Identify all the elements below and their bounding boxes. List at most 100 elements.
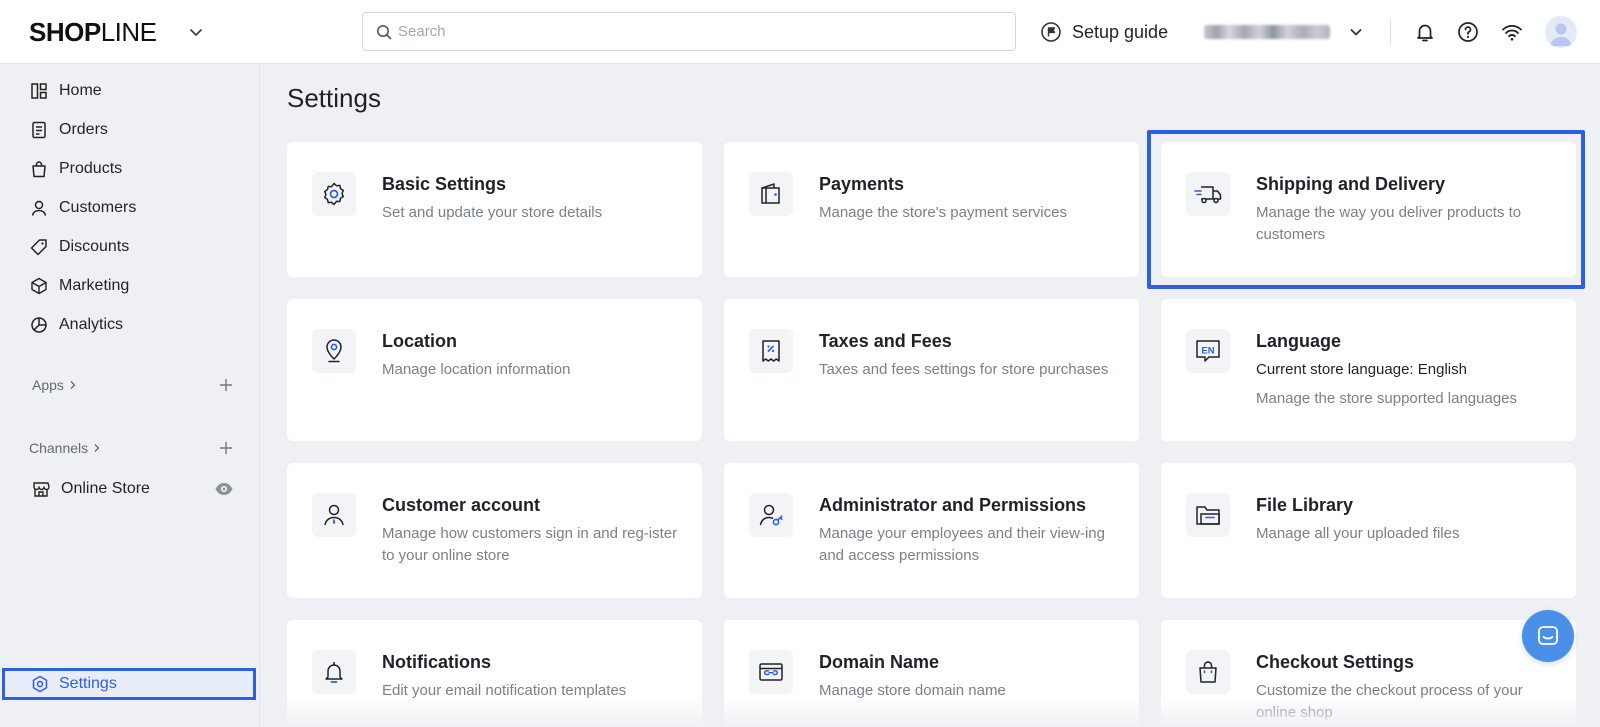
sidebar-section-channels[interactable]: Channels [29,440,102,456]
sidebar-section-apps[interactable]: Apps [32,377,78,393]
store-selector[interactable] [1204,20,1364,44]
settings-card-checkout[interactable]: Checkout Settings Customize the checkout… [1161,620,1576,727]
customers-icon [29,198,49,218]
receipt-icon [749,329,793,373]
settings-card-domain-name[interactable]: Domain Name Manage store domain name [724,620,1139,727]
card-title: Customer account [382,495,541,515]
svg-text:EN: EN [1201,346,1214,357]
apps-label: Apps [32,377,64,393]
page-title: Settings [287,83,381,113]
card-description-secondary: Manage the store supported languages [1256,390,1518,407]
sidebar-item-label: Products [59,160,123,177]
card-title: Taxes and Fees [819,331,952,351]
sidebar-item-label: Analytics [59,316,124,333]
settings-card-payments[interactable]: Payments Manage the store's payment serv… [724,142,1139,277]
bell-icon [312,650,356,694]
settings-card-notifications[interactable]: Notifications Edit your email notificati… [287,620,702,727]
store-name-redacted [1204,25,1330,39]
search-bar [362,12,1016,51]
sidebar-item-marketing[interactable]: Marketing [29,273,129,299]
card-description: Set and update your store details [382,204,603,221]
sidebar: Home Orders Products Customers Discounts… [0,64,260,727]
add-channel-icon[interactable] [218,440,234,456]
shopping-bag-icon [1186,650,1230,694]
chevron-right-icon [94,444,100,452]
bell-icon[interactable] [1413,20,1437,44]
eye-icon[interactable] [214,479,234,499]
settings-card-customer-account[interactable]: Customer account Manage how customers si… [287,463,702,598]
settings-card-shipping[interactable]: Shipping and Delivery Manage the way you… [1161,142,1576,277]
chevron-down-icon [1350,29,1362,36]
card-description: Manage your employees and their view-ing… [819,525,1105,564]
help-icon[interactable] [1456,20,1480,44]
card-title: Shipping and Delivery [1256,174,1446,194]
marketing-icon [29,276,49,296]
divider [1390,20,1391,44]
settings-card-file-library[interactable]: File Library Manage all your uploaded fi… [1161,463,1576,598]
settings-card-admin-permissions[interactable]: Administrator and Permissions Manage you… [724,463,1139,598]
channels-label: Channels [29,440,89,456]
card-description: Manage the way you deliver products to c… [1256,204,1522,243]
chevron-down-icon[interactable] [186,22,206,42]
gear-icon [312,172,356,216]
admin-key-icon [749,493,793,537]
settings-label: Settings [59,675,117,692]
card-description: Manage store domain name [819,682,1006,699]
card-title: Payments [819,174,905,194]
settings-card-basic[interactable]: Basic Settings Set and update your store… [287,142,702,277]
sidebar-item-customers[interactable]: Customers [29,195,136,221]
home-icon [29,81,49,101]
shopline-logo[interactable]: SHOP LINE [29,16,157,47]
card-title: Location [382,331,457,351]
discounts-icon [29,237,49,257]
card-description: Customize the checkout process of your o… [1256,682,1523,721]
card-title: Notifications [382,652,492,672]
sidebar-item-discounts[interactable]: Discounts [29,234,129,260]
flag-icon [1041,22,1061,42]
card-description: Manage how customers sign in and reg-ist… [382,525,678,564]
store-icon [33,482,50,497]
sidebar-item-label: Customers [59,199,137,216]
sidebar-item-label: Marketing [59,277,130,294]
wallet-icon [749,172,793,216]
card-description: Manage the store's payment services [819,204,1067,221]
analytics-icon [29,315,49,335]
search-icon [377,24,392,39]
card-description: Taxes and fees settings for store purcha… [819,361,1109,378]
settings-card-language[interactable]: EN Language Current store language: Engl… [1161,299,1576,441]
card-description: Edit your email notification templates [382,682,627,699]
sidebar-item-settings[interactable]: Settings [2,668,256,700]
sidebar-item-home[interactable]: Home [29,78,102,104]
domain-icon [749,650,793,694]
avatar[interactable] [1545,16,1577,48]
card-title: Language [1256,331,1342,351]
card-title: Domain Name [819,652,940,672]
folder-icon [1186,493,1230,537]
chevron-right-icon [70,381,76,389]
settings-card-location[interactable]: Location Manage location information [287,299,702,441]
user-icon [312,493,356,537]
card-description: Manage location information [382,361,571,378]
add-app-icon[interactable] [218,377,234,393]
card-description: Manage all your uploaded files [1256,525,1460,542]
location-pin-icon [312,329,356,373]
logo-thin: LINE [100,16,157,47]
wifi-icon[interactable] [1500,20,1524,44]
chat-support-button[interactable] [1522,610,1574,662]
setup-guide-button[interactable]: Setup guide [1040,18,1168,46]
sidebar-item-label: Orders [59,121,108,138]
products-icon [29,159,49,179]
settings-card-taxes[interactable]: Taxes and Fees Taxes and fees settings f… [724,299,1139,441]
card-title: Basic Settings [382,174,507,194]
sidebar-item-analytics[interactable]: Analytics [29,312,123,338]
sidebar-item-orders[interactable]: Orders [29,117,108,143]
sidebar-item-online-store[interactable]: Online Store [31,476,237,502]
online-store-label: Online Store [61,480,150,497]
search-input[interactable] [398,23,978,40]
card-description: Current store language: English [1256,361,1467,378]
sidebar-item-products[interactable]: Products [29,156,122,182]
logo-bold: SHOP [29,16,101,47]
chat-icon [1538,626,1558,645]
card-title: File Library [1256,495,1354,515]
card-title: Administrator and Permissions [819,495,1087,515]
